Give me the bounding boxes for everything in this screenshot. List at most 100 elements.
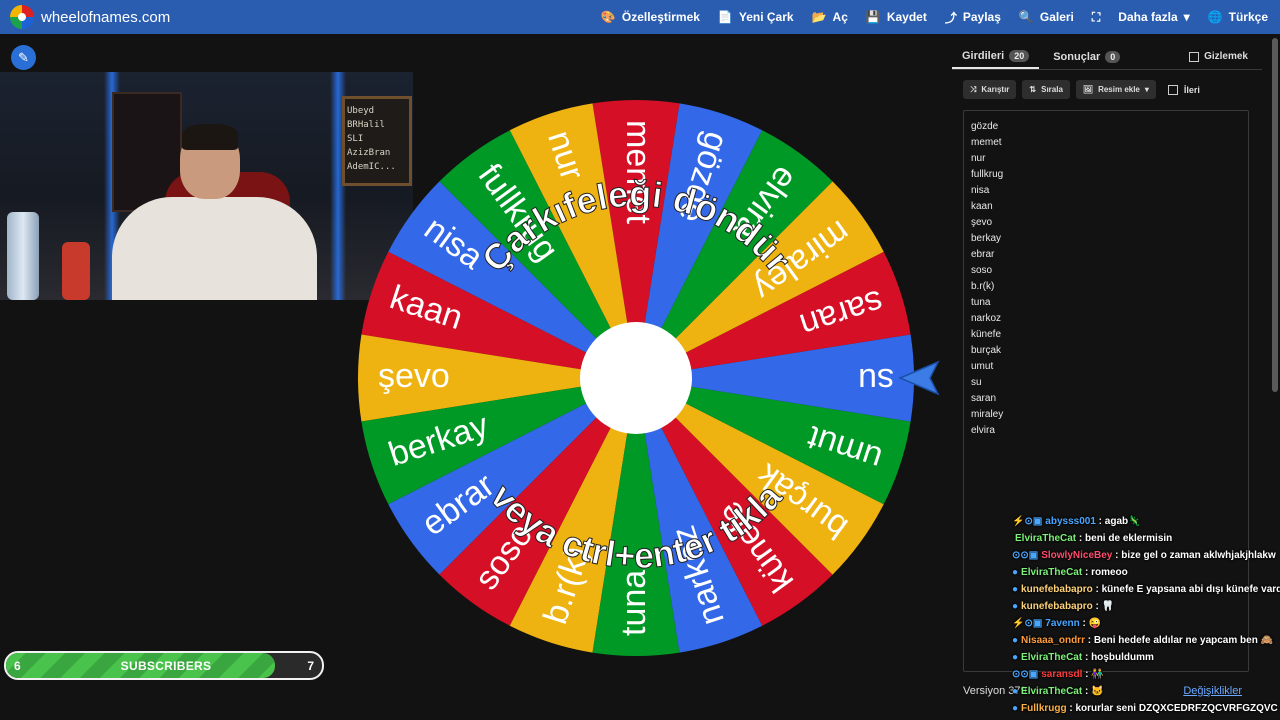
chat-message: ● ElviraTheCat : hoşbuldumm (1012, 652, 1154, 663)
palette-icon: 🎨 (600, 10, 616, 24)
tab-entries[interactable]: Girdileri 20 (952, 44, 1040, 69)
chat-badges: ⚡⊙▣ (1012, 516, 1043, 527)
hide-toggle[interactable]: Gizlemek (1189, 51, 1248, 62)
site-name: wheelofnames.com (41, 8, 171, 26)
chat-text: hoşbuldumm (1091, 652, 1154, 663)
chat-separator: : (1112, 550, 1122, 561)
chat-badges: ● (1012, 567, 1019, 578)
advanced-toggle[interactable]: İleri (1167, 84, 1200, 95)
chat-text: bize gel o zaman aklwhjakjhlakw (1121, 550, 1276, 561)
entry-tools: ⤨ Karıştır ⇅ Sırala 🖼 Resim ekle ▾ İleri (963, 80, 1200, 99)
entry-item: umut (971, 361, 994, 372)
chat-badges: ● (1012, 703, 1019, 714)
tab-results[interactable]: Sonuçlar 0 (1043, 44, 1130, 69)
globe-icon: 🌐 (1207, 10, 1223, 24)
page-scrollbar[interactable] (1272, 38, 1278, 392)
chat-text: 😜 (1088, 618, 1102, 629)
chat-badges: ⚡⊙▣ (1012, 618, 1043, 629)
changes-link[interactable]: Değişiklikler (1183, 685, 1242, 697)
hide-checkbox[interactable] (1189, 51, 1200, 62)
chat-message: ● Nisaaa_ondrr : Beni hedefe aldılar ne y… (1012, 635, 1273, 646)
folder-open-icon: 📂 (811, 10, 827, 24)
streamer-hair (182, 124, 238, 150)
save-icon: 💾 (865, 10, 881, 24)
streamer-body (112, 197, 317, 300)
chat-username: kunefebabapro (1021, 584, 1093, 595)
chat-username: ElviraTheCat (1021, 686, 1083, 697)
chat-separator: : (1082, 567, 1092, 578)
top-bar: wheelofnames.com 🎨 Özelleştirmek 📄 Yeni Ça… (0, 0, 1280, 34)
chat-badges: ● (1012, 635, 1019, 646)
chat-message: ● kunefebabapro : künefe E yapsana abi dı… (1012, 584, 1280, 595)
chat-text: Beni hedefe aldılar ne yapcam ben 🙈 (1093, 635, 1274, 646)
chat-badges: ⊙⊙▣ (1012, 669, 1039, 680)
wheel-graphic[interactable]: gözdememetnurfullkrugnisakaanşevoberkaye… (356, 98, 916, 658)
nav-save[interactable]: 💾 Kaydet (866, 10, 927, 24)
nav-fullscreen[interactable]: ⛶ (1092, 10, 1100, 25)
chat-text: 🦷 (1101, 601, 1115, 612)
water-bottle (7, 212, 39, 300)
chat-separator: : (1095, 516, 1105, 527)
chat-text: 🐱 (1091, 686, 1104, 697)
wheel-logo-icon (10, 5, 34, 29)
entry-item: narkoz (971, 313, 1002, 324)
pencil-icon[interactable]: ✎ (11, 45, 36, 70)
entry-item: gözde (971, 121, 999, 132)
chat-username: SlowlyNiceBey (1041, 550, 1113, 561)
image-icon: 🖼 (1082, 85, 1094, 94)
advanced-checkbox[interactable] (1167, 84, 1178, 95)
nav-language[interactable]: 🌐 Türkçe (1208, 10, 1268, 24)
sort-button[interactable]: ⇅ Sırala (1022, 80, 1070, 99)
chat-message: ⊙⊙▣ SlowlyNiceBey : bize gel o zaman aklw… (1012, 550, 1276, 561)
chat-text: 👫 (1091, 669, 1104, 680)
chat-username: kunefebabapro (1021, 601, 1093, 612)
shuffle-icon: ⤨ (970, 84, 977, 94)
chat-text: beni de eklermisin (1085, 533, 1173, 544)
sort-icon: ⇅ (1029, 85, 1037, 94)
chat-username: ElviraTheCat (1021, 567, 1083, 578)
entry-item: b.r(k) (971, 281, 995, 292)
wheel-pointer-icon (898, 360, 940, 396)
wheel-slice-label: su (858, 361, 894, 399)
chat-message: ⊙⊙▣ saransdl : 👫 (1012, 669, 1104, 680)
share-icon: ⤴ (944, 10, 957, 25)
chat-text: agab🦎 (1104, 516, 1141, 527)
chevron-down-icon: ▾ (1144, 85, 1149, 94)
chat-badges: ● (1012, 652, 1019, 663)
nav-open[interactable]: 📂 Aç (812, 10, 848, 24)
entry-item: fullkrug (971, 169, 1004, 180)
main-nav: 🎨 Özelleştirmek 📄 Yeni Çark 📂 Aç 💾 Kaydet ⤴ P… (601, 0, 1268, 34)
nav-new-wheel[interactable]: 📄 Yeni Çark (718, 10, 794, 24)
add-image-button[interactable]: 🖼 Resim ekle ▾ (1075, 80, 1156, 99)
chat-message: ⚡⊙▣ abysss001 : agab🦎 (1012, 516, 1141, 527)
chat-badges: ● (1012, 686, 1019, 697)
entry-item: şevo (971, 217, 993, 228)
wheel-hub[interactable] (580, 322, 692, 434)
chat-username: Fullkrugg (1021, 703, 1067, 714)
chat-message: ● ElviraTheCat : romeoo (1012, 567, 1128, 578)
chat-separator: : (1066, 703, 1076, 714)
chat-badges: ⊙⊙▣ (1012, 550, 1039, 561)
chat-text: romeoo (1091, 567, 1128, 578)
chevron-down-icon: ▾ (1183, 10, 1190, 24)
chat-username: saransdl (1041, 669, 1083, 680)
fullscreen-icon: ⛶ (1091, 9, 1101, 24)
entry-item: tuna (971, 297, 991, 308)
chat-separator: : (1084, 635, 1094, 646)
wheel[interactable]: gözde memet nur fullkrug nisa kaan şevo berkay e… (356, 98, 916, 658)
brand[interactable]: wheelofnames.com (10, 5, 170, 29)
entry-item: saran (971, 393, 997, 404)
entries-count-badge: 20 (1009, 49, 1030, 62)
chat-separator: : (1082, 652, 1092, 663)
nav-share[interactable]: ⤴ Paylaş (945, 9, 1001, 26)
entry-item: su (971, 377, 982, 388)
nav-more[interactable]: Daha fazla ▾ (1118, 10, 1189, 24)
nav-gallery[interactable]: 🔍 Galeri (1019, 10, 1074, 24)
wheel-slice-label: şevo (378, 357, 450, 395)
nav-customize[interactable]: 🎨 Özelleştirmek (601, 10, 700, 24)
shuffle-button[interactable]: ⤨ Karıştır (963, 80, 1017, 99)
chat-message: ● ElviraTheCat : 🐱 (1012, 686, 1104, 697)
chat-separator: : (1092, 601, 1102, 612)
chat-username: ElviraTheCat (1015, 533, 1077, 544)
red-lamp (62, 242, 90, 300)
